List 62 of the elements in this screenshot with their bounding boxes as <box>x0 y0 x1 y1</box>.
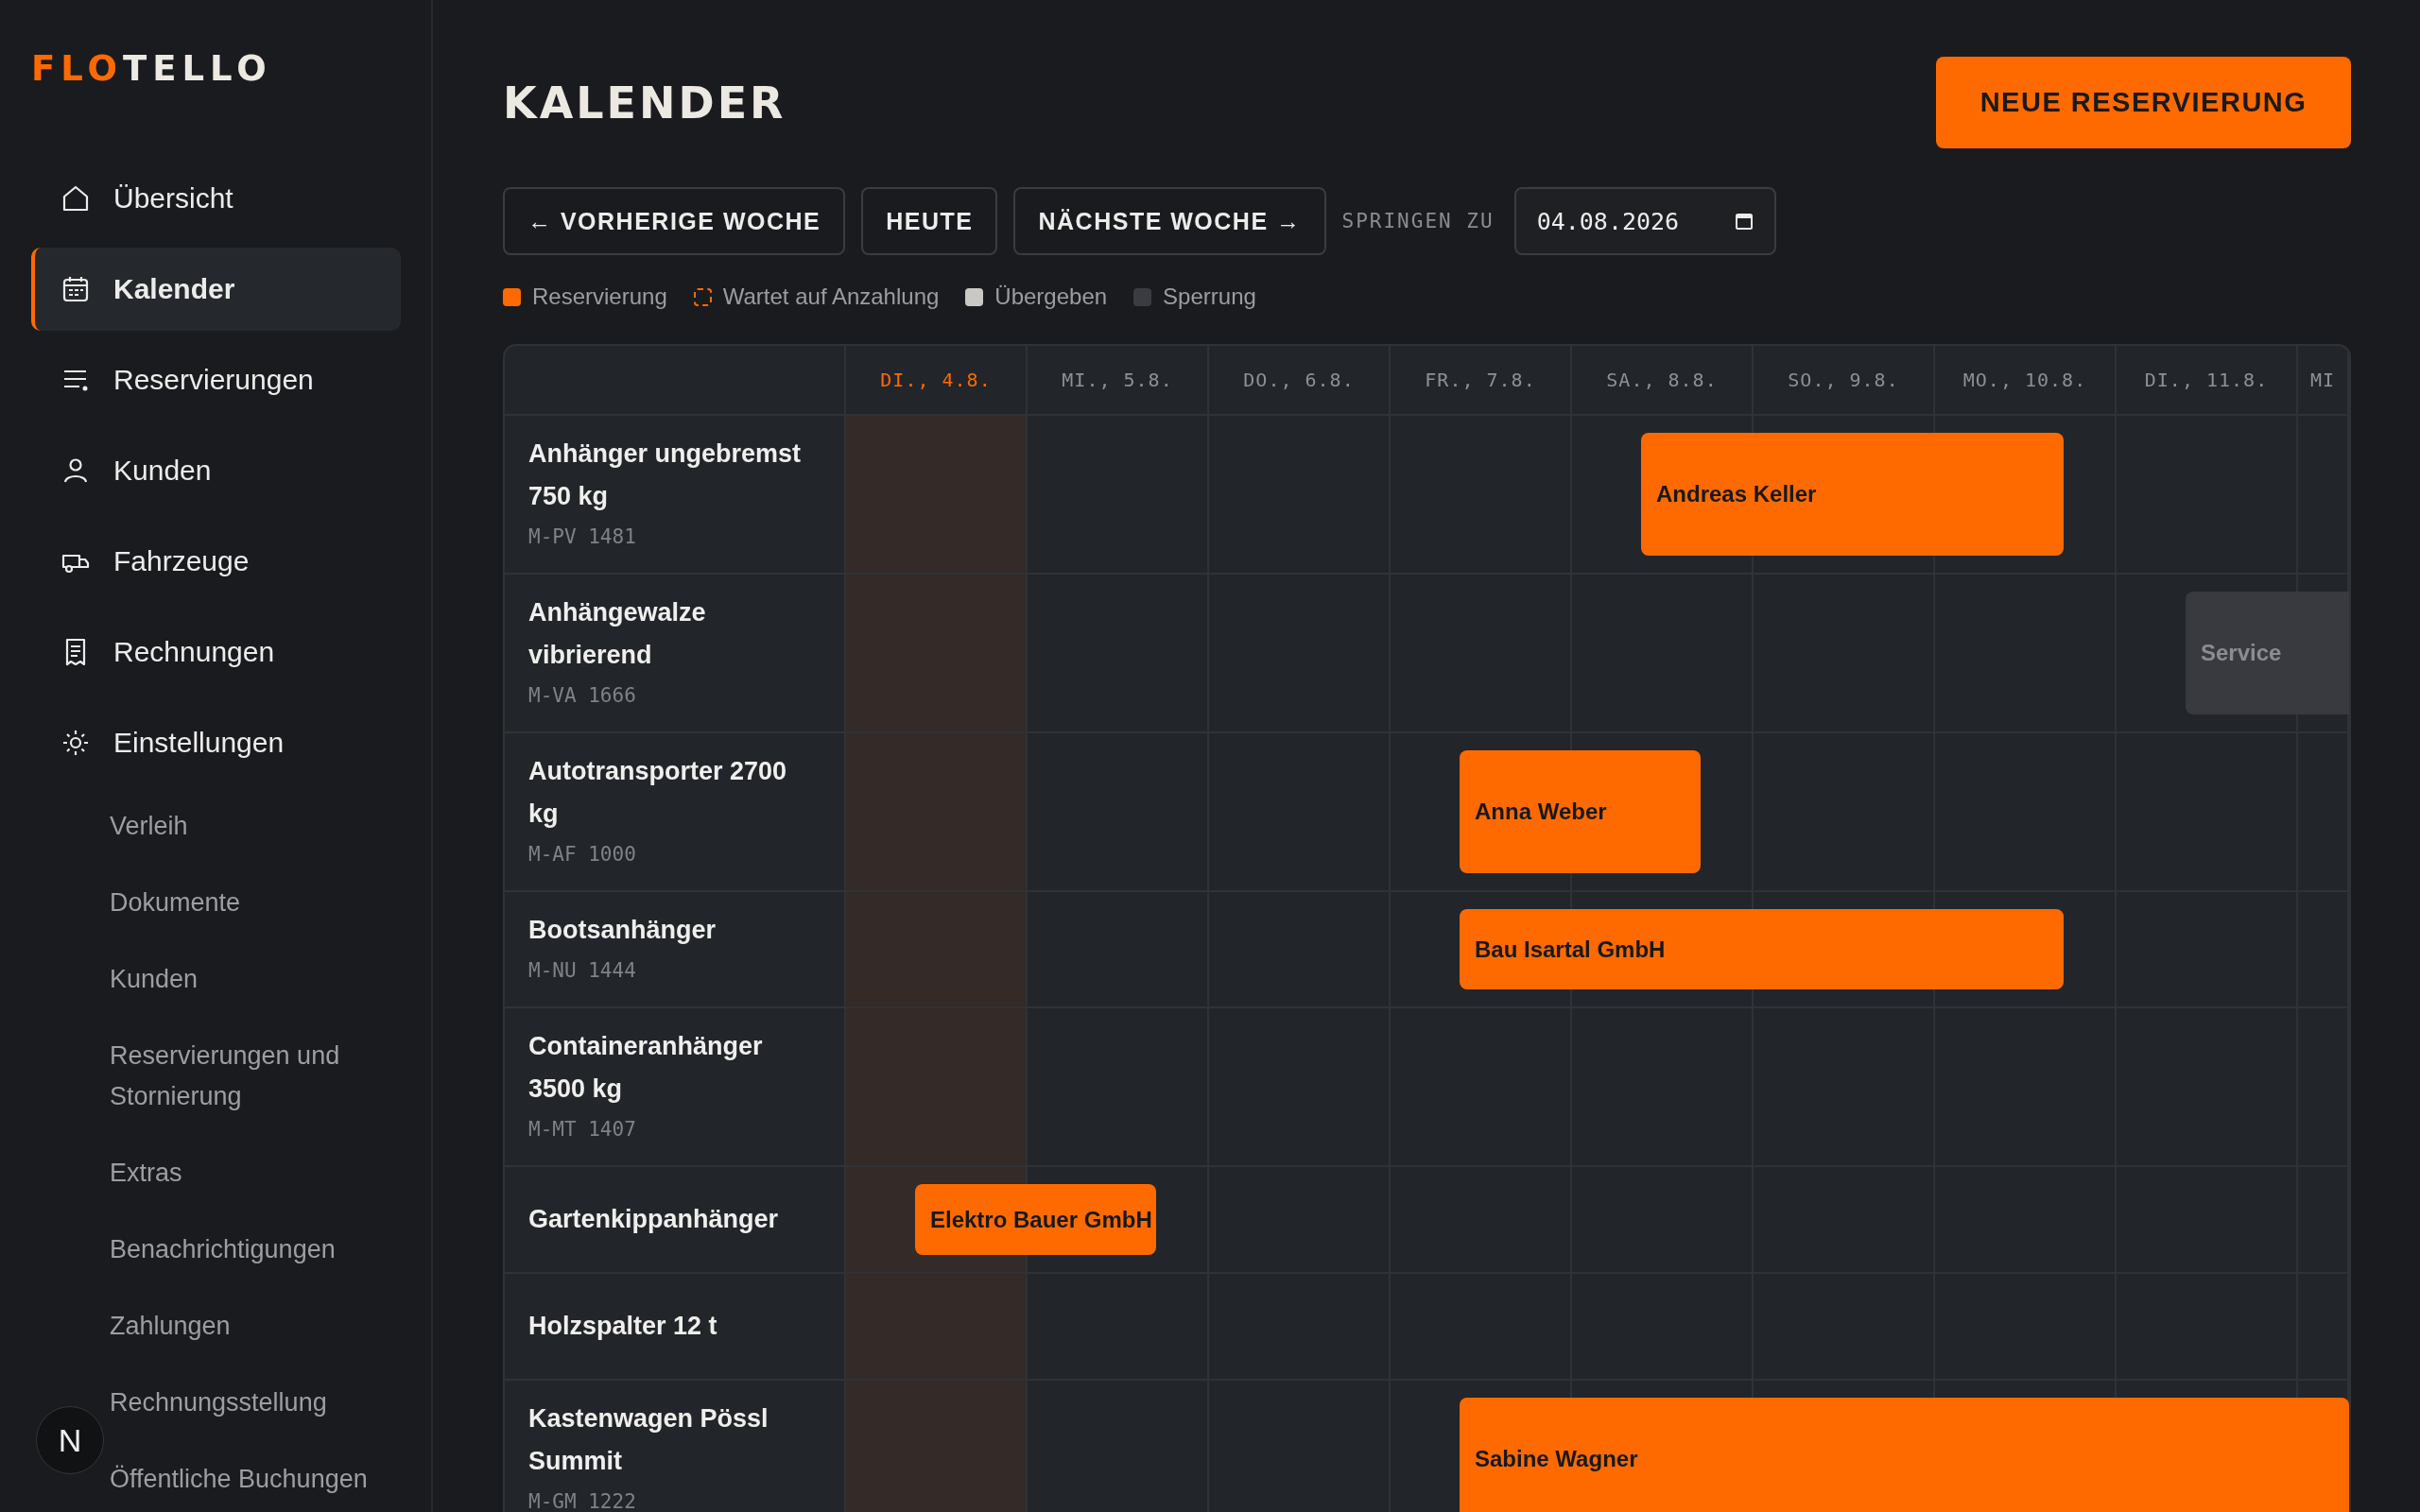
vehicle-name: Anhänger ungebremst 750 kg <box>528 438 803 512</box>
day-header: DI., 11.8. <box>2117 346 2298 414</box>
day-header: MI., 5.8. <box>1028 346 1209 414</box>
legend-label: Wartet auf Anzahlung <box>722 284 940 310</box>
nav-item[interactable]: Übersicht <box>31 157 401 240</box>
vehicle-name: Anhängewalze vibrierend <box>528 597 707 671</box>
vehicle-name: Gartenkippanhänger <box>528 1204 780 1235</box>
license-plate: M-GM 1222 <box>528 1489 637 1512</box>
calendar-icon[interactable] <box>1734 212 1754 231</box>
date-field[interactable]: 04.08.2026 <box>1513 187 1776 255</box>
nav-subitem[interactable]: Kunden <box>110 945 401 1014</box>
nav-item[interactable]: Einstellungen <box>31 701 401 784</box>
nav-subitem[interactable]: Zahlungen <box>110 1292 401 1361</box>
legend-label: Sperrung <box>1163 284 1256 310</box>
nav-subitem[interactable]: Reservierungen und Stornierung <box>110 1022 401 1131</box>
booking-bar[interactable]: Sabine Wagner <box>1460 1398 2349 1512</box>
toolbar-button[interactable]: HEUTE <box>861 187 998 255</box>
nav-item[interactable]: Rechnungen <box>31 610 401 694</box>
day-header: MO., 10.8. <box>1935 346 2117 414</box>
nav-subitem[interactable]: Öffentliche Buchungen <box>110 1445 401 1512</box>
legend-label: Übergeben <box>994 284 1108 310</box>
nav-subitem[interactable]: Benachrichtigungen <box>110 1215 401 1284</box>
booking-bar[interactable]: Andreas Keller <box>1641 433 2064 556</box>
nav-item[interactable]: Fahrzeuge <box>31 520 401 603</box>
nav-subitem[interactable]: Rechnungsstellung <box>110 1368 401 1437</box>
license-plate: M-PV 1481 <box>528 524 637 550</box>
license-plate: M-AF 1000 <box>528 842 637 868</box>
toolbar-button[interactable]: ← VORHERIGE WOCHE <box>503 187 846 255</box>
vehicle-name: Kastenwagen Pössl Summit <box>528 1403 769 1477</box>
day-header: MI <box>2298 346 2349 414</box>
nav-subitem[interactable]: Extras <box>110 1139 401 1208</box>
day-header: DO., 6.8. <box>1209 346 1391 414</box>
license-plate: M-VA 1666 <box>528 683 637 709</box>
logo: FLO TELLO <box>31 49 272 89</box>
nav-item[interactable]: Reservierungen <box>31 338 401 421</box>
booking-bar[interactable]: Bau Isartal GmbH <box>1460 909 2064 989</box>
jump-to-label: SPRINGEN ZU <box>1341 210 1495 232</box>
vehicle-name: Holzspalter 12 t <box>528 1311 718 1342</box>
vehicle-name: Bootsanhänger <box>528 915 717 946</box>
booking-bar[interactable]: Anna Weber <box>1460 750 1701 873</box>
day-header: SA., 8.8. <box>1572 346 1754 414</box>
day-header: SO., 9.8. <box>1754 346 1935 414</box>
calendar-icon <box>60 274 91 304</box>
vehicle-name: Containeranhänger 3500 kg <box>528 1031 764 1105</box>
license-plate: M-MT 1407 <box>528 1117 637 1143</box>
new-reservation-button[interactable]: NEUE RESERVIERUNG <box>1936 57 2351 148</box>
blocked-bar[interactable]: Service <box>2186 592 2349 714</box>
day-header: FR., 7.8. <box>1391 346 1572 414</box>
vehicle-name: Autotransporter 2700 kg <box>528 756 788 830</box>
toolbar-button[interactable]: NÄCHSTE WOCHE → <box>1013 187 1326 255</box>
legend-label: Reservierung <box>532 284 667 310</box>
nav-item[interactable]: Kalender <box>31 248 401 331</box>
settings-icon <box>60 728 91 758</box>
page-title: KALENDER <box>503 77 786 129</box>
booking-bar[interactable]: Elektro Bauer GmbH <box>915 1184 1156 1255</box>
dev-tools-button[interactable]: N <box>36 1406 104 1474</box>
nav-item[interactable]: Kunden <box>31 429 401 512</box>
home-icon <box>60 183 91 214</box>
nav-subitem[interactable]: Verleih <box>110 792 401 861</box>
day-header: DI., 4.8. <box>846 346 1028 414</box>
nav-subitem[interactable]: Dokumente <box>110 868 401 937</box>
license-plate: M-NU 1444 <box>528 958 637 984</box>
